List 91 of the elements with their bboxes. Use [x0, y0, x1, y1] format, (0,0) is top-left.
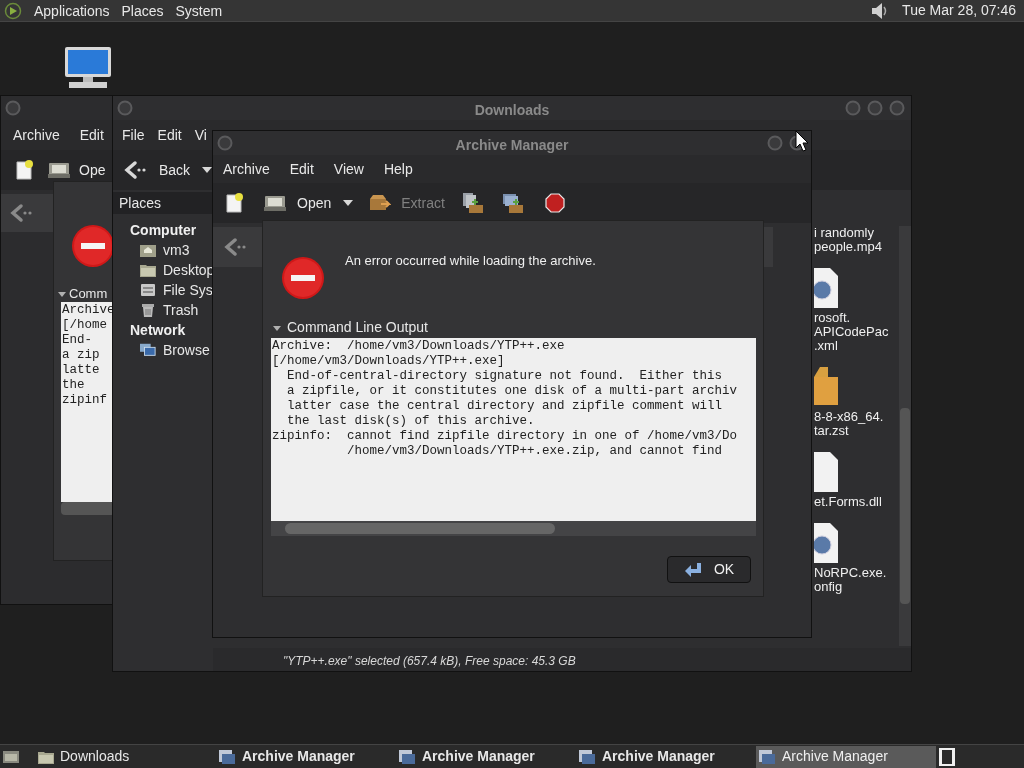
menu-item[interactable]: Edit [79, 124, 104, 146]
output-line: End- [62, 333, 92, 348]
output-line: Archive [62, 303, 115, 318]
document-icon[interactable] [814, 452, 838, 492]
taskbar-item[interactable]: Archive Manager [756, 745, 936, 768]
open-button[interactable]: Ope [47, 159, 106, 181]
archive-icon [758, 748, 776, 765]
status-text: "YTP++.exe" selected (657.4 kB), Free space: 45.3 GB [283, 653, 576, 670]
open-button[interactable]: Open [263, 192, 332, 214]
ok-button[interactable]: OK [667, 556, 751, 583]
folder-icon [140, 263, 156, 277]
return-arrow-icon [683, 561, 704, 578]
menu-item[interactable]: View [333, 158, 364, 180]
add-folder-icon[interactable] [500, 191, 525, 215]
caret-icon[interactable] [343, 200, 354, 206]
network-icon [140, 343, 156, 357]
file-name[interactable]: 8-8-x86_64. tar.zst [814, 410, 884, 438]
output-line: End-of-central-directory signature not found. Either this [286, 369, 723, 384]
output-line: [/home/vm3/Downloads/YTP++.exe] [272, 354, 505, 369]
back-arrow-icon[interactable] [223, 237, 247, 257]
clock[interactable]: Tue Mar 28, 07:46 [902, 0, 1020, 21]
file-name[interactable]: rosoft. APICodePac .xml [814, 311, 889, 353]
menu-item[interactable]: Help [383, 158, 413, 180]
package-icon[interactable] [814, 367, 838, 407]
file-name[interactable]: et.Forms.dll [814, 495, 882, 509]
extract-button: Extract [367, 192, 445, 214]
back-button[interactable]: Back [123, 159, 191, 181]
error-icon [71, 224, 115, 268]
expander[interactable]: Command Line Output [273, 317, 428, 338]
panel-menu[interactable]: Applications [34, 3, 110, 18]
archive-icon [218, 748, 236, 765]
logo-icon[interactable] [4, 1, 22, 20]
trash-icon [140, 303, 156, 317]
menu-item[interactable]: Edit [157, 124, 182, 146]
expander-icon [58, 289, 66, 298]
home-folder-icon [140, 243, 156, 257]
scrollbar-thumb[interactable] [900, 408, 910, 604]
show-desktop-icon[interactable] [2, 748, 20, 765]
menu-item[interactable]: Archive [13, 124, 60, 146]
drive-icon [47, 160, 71, 180]
drive-icon [263, 193, 287, 213]
window-title: Archive Manager [455, 136, 569, 155]
stop-icon[interactable] [544, 193, 565, 213]
box-arrow-icon [367, 193, 392, 213]
sidebar-heading: Computer [130, 221, 198, 240]
menu-item[interactable]: Archive [223, 158, 270, 180]
folder-icon [38, 749, 54, 764]
output-line: /home/vm3/Downloads/YTP++.exe.zip, and cannot find [346, 444, 723, 459]
computer-icon[interactable] [63, 45, 113, 91]
error-icon [281, 256, 325, 300]
output-line: Archive: /home/vm3/Downloads/YTP++.exe [272, 339, 565, 354]
caret-icon[interactable] [202, 167, 213, 173]
menu-item[interactable]: Edit [289, 158, 314, 180]
menu-item[interactable]: Vi [194, 124, 207, 146]
back-arrow-icon [123, 160, 147, 180]
output-line: a zipfile, or it constitutes one disk of a multi-part archiv [286, 384, 738, 399]
output-line: zipinf [62, 393, 107, 408]
file-name[interactable]: NoRPC.exe. onfig [814, 566, 887, 594]
sidebar-heading: Network [130, 321, 187, 340]
web-document-icon[interactable] [814, 523, 838, 563]
taskbar-item[interactable]: Archive Manager [396, 745, 576, 768]
archive-icon [398, 748, 416, 765]
output-line: a zip [62, 348, 100, 363]
file-name[interactable]: i randomly people.mp4 [814, 226, 882, 254]
panel-menu[interactable]: Places [121, 3, 164, 18]
window-title: Downloads [474, 101, 550, 120]
workspace-icon[interactable] [938, 746, 956, 767]
sidebar-item[interactable]: vm3 [130, 240, 213, 260]
taskbar-item[interactable]: Downloads [36, 745, 216, 768]
expander[interactable]: Comm [58, 284, 108, 304]
output-line: the last disk(s) of this archive. [286, 414, 535, 429]
menu-item[interactable]: File [122, 124, 145, 146]
archive-icon [578, 748, 596, 765]
scrollbar [61, 502, 115, 515]
output-line: latte [62, 363, 100, 378]
add-files-icon[interactable] [460, 191, 485, 215]
taskbar-item[interactable]: Archive Manager [216, 745, 396, 768]
back-arrow-icon[interactable] [9, 203, 33, 223]
mouse-cursor-icon [795, 130, 809, 152]
new-document-icon[interactable] [223, 192, 245, 214]
taskbar-item[interactable]: Archive Manager [576, 745, 756, 768]
output-line: [/home [62, 318, 107, 333]
web-document-icon[interactable] [814, 268, 838, 308]
output-line: latter case the central directory and zipfile comment will [286, 399, 723, 414]
error-message: An error occurred while loading the archive. [345, 252, 596, 270]
output-line: the [62, 378, 85, 393]
sidebar-header[interactable]: Places [113, 192, 213, 214]
output-line: zipinfo: cannot find zipfile directory in one of /home/vm3/Do [272, 429, 738, 444]
drive-icon [140, 283, 156, 297]
panel-menu[interactable]: System [175, 3, 223, 18]
new-document-icon[interactable] [13, 159, 35, 181]
